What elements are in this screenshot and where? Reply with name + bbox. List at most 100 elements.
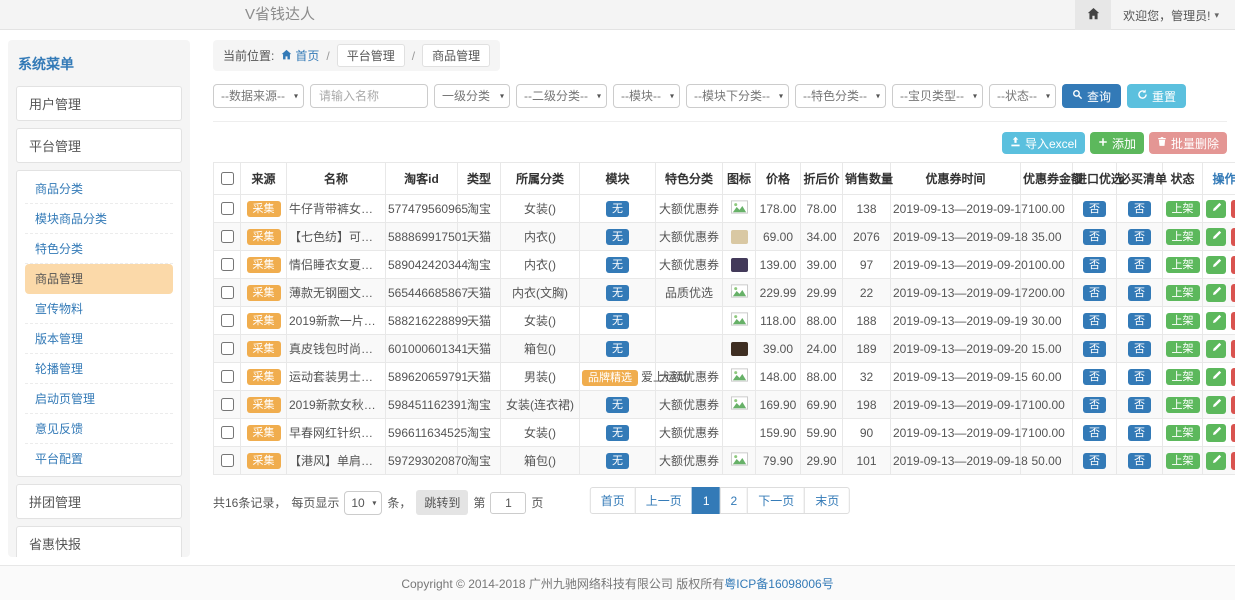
header-home-button[interactable] <box>1075 0 1111 30</box>
sidebar-item[interactable]: 模块商品分类 <box>25 204 173 234</box>
imported-badge[interactable]: 否 <box>1083 313 1106 329</box>
sidebar-item[interactable]: 商品分类 <box>25 174 173 204</box>
edit-button[interactable] <box>1206 368 1226 386</box>
breadcrumb-home-link[interactable]: 首页 <box>281 47 319 64</box>
imported-badge[interactable]: 否 <box>1083 257 1106 273</box>
edit-button[interactable] <box>1206 284 1226 302</box>
row-checkbox[interactable] <box>221 342 234 355</box>
status-badge[interactable]: 上架 <box>1166 285 1200 301</box>
must-buy-badge[interactable]: 否 <box>1128 425 1151 441</box>
edit-button[interactable] <box>1206 312 1226 330</box>
imported-badge[interactable]: 否 <box>1083 397 1106 413</box>
row-checkbox[interactable] <box>221 426 234 439</box>
delete-button[interactable] <box>1231 200 1235 218</box>
status-badge[interactable]: 上架 <box>1166 425 1200 441</box>
sidebar-section[interactable]: 平台管理 <box>16 128 182 163</box>
must-buy-badge[interactable]: 否 <box>1128 397 1151 413</box>
delete-button[interactable] <box>1231 396 1235 414</box>
status-badge[interactable]: 上架 <box>1166 341 1200 357</box>
imported-badge[interactable]: 否 <box>1083 341 1106 357</box>
imported-badge[interactable]: 否 <box>1083 425 1106 441</box>
item-type-select[interactable]: --宝贝类型-- <box>893 85 982 107</box>
edit-button[interactable] <box>1206 256 1226 274</box>
reset-button[interactable]: 重置 <box>1127 84 1186 108</box>
status-badge[interactable]: 上架 <box>1166 369 1200 385</box>
must-buy-badge[interactable]: 否 <box>1128 257 1151 273</box>
edit-button[interactable] <box>1206 228 1226 246</box>
page-button[interactable]: 1 <box>692 487 721 514</box>
batch-delete-button[interactable]: 批量删除 <box>1149 132 1227 154</box>
page-button[interactable]: 末页 <box>804 487 850 514</box>
must-buy-badge[interactable]: 否 <box>1128 453 1151 469</box>
must-buy-badge[interactable]: 否 <box>1128 313 1151 329</box>
level2-category-select[interactable]: --二级分类-- <box>517 85 606 107</box>
imported-badge[interactable]: 否 <box>1083 453 1106 469</box>
imported-badge[interactable]: 否 <box>1083 229 1106 245</box>
sidebar-item[interactable]: 轮播管理 <box>25 354 173 384</box>
delete-button[interactable] <box>1231 228 1235 246</box>
import-excel-button[interactable]: 导入excel <box>1002 132 1085 154</box>
edit-button[interactable] <box>1206 396 1226 414</box>
must-buy-badge[interactable]: 否 <box>1128 341 1151 357</box>
edit-button[interactable] <box>1206 200 1226 218</box>
module-sub-category-select[interactable]: --模块下分类-- <box>687 85 788 107</box>
sidebar-item[interactable]: 意见反馈 <box>25 414 173 444</box>
sidebar-item[interactable]: 版本管理 <box>25 324 173 354</box>
page-button[interactable]: 上一页 <box>635 487 693 514</box>
delete-button[interactable] <box>1231 284 1235 302</box>
select-all-checkbox[interactable] <box>221 172 234 185</box>
row-checkbox[interactable] <box>221 398 234 411</box>
row-checkbox[interactable] <box>221 314 234 327</box>
row-checkbox[interactable] <box>221 286 234 299</box>
status-select[interactable]: --状态-- <box>990 85 1055 107</box>
row-checkbox[interactable] <box>221 202 234 215</box>
row-checkbox[interactable] <box>221 230 234 243</box>
delete-button[interactable] <box>1231 424 1235 442</box>
sidebar-section[interactable]: 省惠快报 <box>16 526 182 557</box>
edit-button[interactable] <box>1206 452 1226 470</box>
status-badge[interactable]: 上架 <box>1166 229 1200 245</box>
delete-button[interactable] <box>1231 256 1235 274</box>
must-buy-badge[interactable]: 否 <box>1128 229 1151 245</box>
must-buy-badge[interactable]: 否 <box>1128 285 1151 301</box>
search-button[interactable]: 查询 <box>1062 84 1121 108</box>
delete-button[interactable] <box>1231 312 1235 330</box>
status-badge[interactable]: 上架 <box>1166 257 1200 273</box>
delete-button[interactable] <box>1231 340 1235 358</box>
status-badge[interactable]: 上架 <box>1166 453 1200 469</box>
name-search-input[interactable] <box>310 84 428 108</box>
imported-badge[interactable]: 否 <box>1083 369 1106 385</box>
imported-badge[interactable]: 否 <box>1083 201 1106 217</box>
row-checkbox[interactable] <box>221 454 234 467</box>
status-badge[interactable]: 上架 <box>1166 313 1200 329</box>
feature-category-select[interactable]: --特色分类-- <box>796 85 885 107</box>
imported-badge[interactable]: 否 <box>1083 285 1106 301</box>
status-badge[interactable]: 上架 <box>1166 397 1200 413</box>
sidebar-item[interactable]: 平台配置 <box>25 444 173 473</box>
delete-button[interactable] <box>1231 368 1235 386</box>
page-button[interactable]: 首页 <box>590 487 636 514</box>
sidebar-section[interactable]: 用户管理 <box>16 86 182 121</box>
sidebar-section[interactable]: 拼团管理 <box>16 484 182 519</box>
jump-page-input[interactable] <box>490 492 526 514</box>
module-select[interactable]: --模块-- <box>614 85 679 107</box>
status-badge[interactable]: 上架 <box>1166 201 1200 217</box>
sidebar-item[interactable]: 商品管理 <box>25 264 173 294</box>
data-source-select[interactable]: --数据来源-- <box>214 85 303 107</box>
must-buy-badge[interactable]: 否 <box>1128 369 1151 385</box>
page-button[interactable]: 2 <box>720 487 749 514</box>
row-checkbox[interactable] <box>221 370 234 383</box>
sidebar-item[interactable]: 宣传物料 <box>25 294 173 324</box>
level1-category-select[interactable]: 一级分类 <box>435 85 509 107</box>
add-button[interactable]: 添加 <box>1090 132 1144 154</box>
user-menu[interactable]: 欢迎您，管理员! ▾ <box>1123 7 1219 24</box>
must-buy-badge[interactable]: 否 <box>1128 201 1151 217</box>
page-button[interactable]: 下一页 <box>747 487 805 514</box>
row-checkbox[interactable] <box>221 258 234 271</box>
jump-button[interactable]: 跳转到 <box>416 490 468 515</box>
delete-button[interactable] <box>1231 452 1235 470</box>
sidebar-item[interactable]: 特色分类 <box>25 234 173 264</box>
edit-button[interactable] <box>1206 424 1226 442</box>
per-page-select[interactable]: 10 <box>345 492 381 514</box>
edit-button[interactable] <box>1206 340 1226 358</box>
